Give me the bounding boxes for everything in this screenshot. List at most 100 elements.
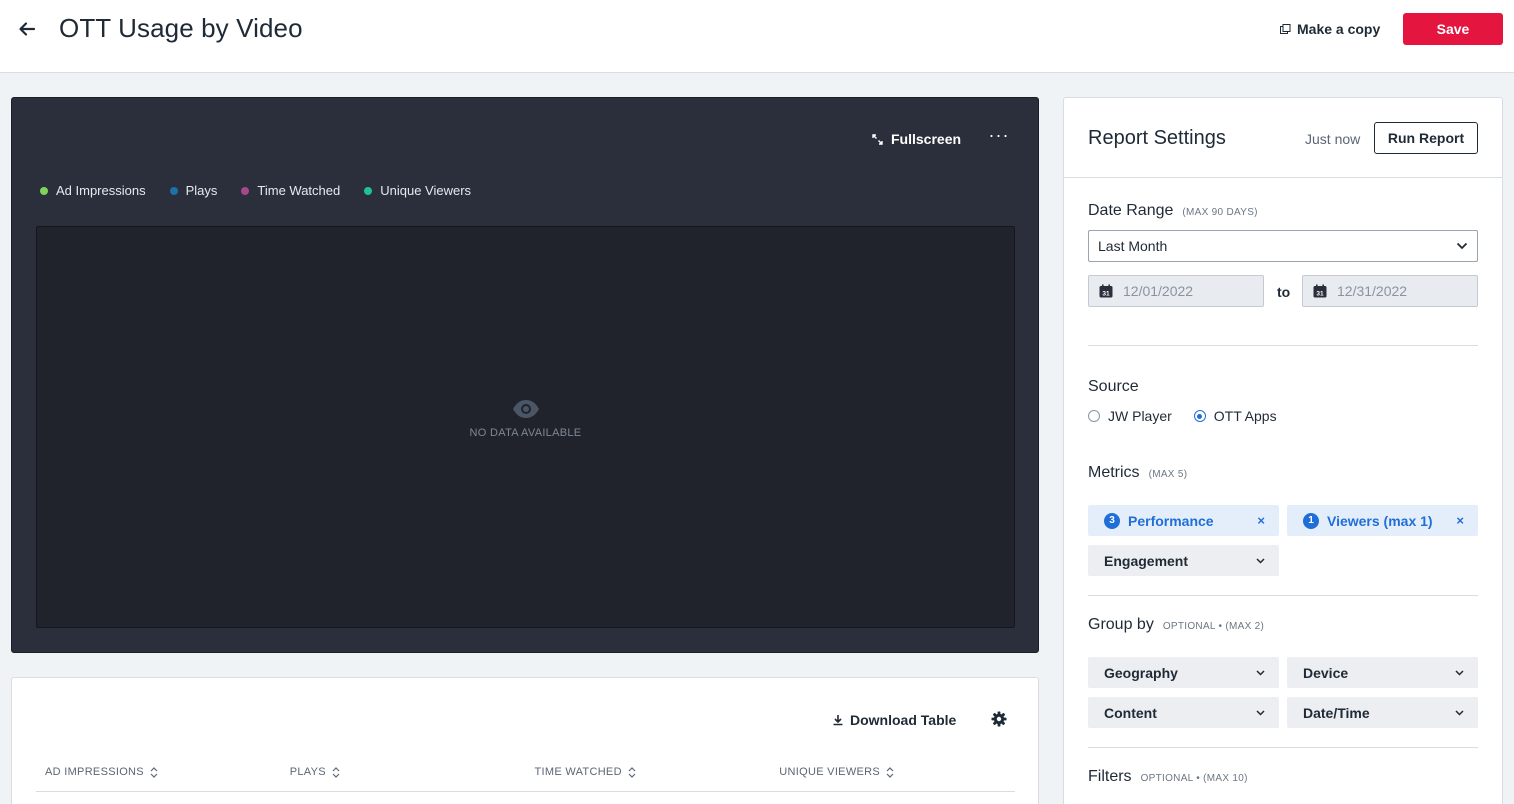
sort-icon <box>150 766 158 778</box>
legend-dot <box>364 186 373 195</box>
make-copy-label: Make a copy <box>1297 21 1381 37</box>
download-label: Download Table <box>850 712 957 728</box>
group-by-device[interactable]: Device <box>1287 657 1478 688</box>
start-date-field[interactable]: 31 12/01/2022 <box>1088 275 1264 307</box>
calendar-icon: 31 <box>1099 284 1113 298</box>
group-by-heading: Group by OPTIONAL • (MAX 2) <box>1088 616 1264 634</box>
radio-jw-player[interactable]: JW Player <box>1088 408 1172 424</box>
report-settings-panel: Report Settings Just now Run Report Date… <box>1063 97 1503 804</box>
section-label: Group by <box>1088 616 1154 633</box>
column-label: UNIQUE VIEWERS <box>779 766 881 778</box>
start-date-value: 12/01/2022 <box>1123 283 1194 299</box>
eye-icon <box>512 400 539 418</box>
group-by-geography[interactable]: Geography <box>1088 657 1279 688</box>
table-card: Download Table AD IMPRESSIONS PLAYS TIME… <box>11 677 1039 804</box>
run-report-button[interactable]: Run Report <box>1374 122 1478 154</box>
svg-text:31: 31 <box>1102 291 1110 298</box>
group-by-content[interactable]: Content <box>1088 697 1279 728</box>
section-hint: (MAX 90 DAYS) <box>1182 207 1258 218</box>
metrics-heading: Metrics (MAX 5) <box>1088 464 1187 482</box>
chip-label: Performance <box>1128 512 1214 529</box>
count-badge: 3 <box>1104 512 1120 529</box>
radio-ott-apps[interactable]: OTT Apps <box>1193 408 1277 424</box>
chip-label: Content <box>1104 704 1157 721</box>
divider <box>1088 595 1478 596</box>
more-options-icon[interactable]: ··· <box>988 126 1010 148</box>
legend-item-ad-impressions[interactable]: Ad Impressions <box>40 183 146 198</box>
section-label: Filters <box>1088 768 1132 785</box>
close-icon[interactable]: × <box>1257 513 1265 528</box>
copy-icon <box>1280 23 1291 34</box>
column-label: AD IMPRESSIONS <box>45 766 144 778</box>
end-date-value: 12/31/2022 <box>1337 283 1408 299</box>
chip-label: Device <box>1303 664 1349 681</box>
chip-label: Viewers (max 1) <box>1327 512 1433 529</box>
close-icon[interactable]: × <box>1456 513 1464 528</box>
legend-label: Time Watched <box>257 183 341 198</box>
settings-header: Report Settings Just now Run Report <box>1064 98 1502 178</box>
date-range-select[interactable]: Last Month <box>1088 230 1478 262</box>
metric-chip-viewers[interactable]: 1 Viewers (max 1) × <box>1287 505 1478 536</box>
column-header-unique-viewers[interactable]: UNIQUE VIEWERS <box>770 758 1015 786</box>
date-separator: to <box>1277 284 1291 300</box>
sort-icon <box>332 766 340 778</box>
expand-icon <box>872 133 883 145</box>
legend-dot <box>40 186 48 195</box>
fullscreen-button[interactable]: Fullscreen <box>872 129 961 149</box>
metric-chip-performance[interactable]: 3 Performance × <box>1088 505 1279 536</box>
last-run-timestamp: Just now <box>1305 131 1361 147</box>
section-hint: OPTIONAL • (MAX 2) <box>1162 621 1265 632</box>
chevron-down-icon <box>1256 557 1265 564</box>
group-by-date-time[interactable]: Date/Time <box>1287 697 1478 728</box>
column-label: PLAYS <box>289 766 326 778</box>
radio-button[interactable] <box>1088 410 1100 422</box>
end-date-field[interactable]: 31 12/31/2022 <box>1302 275 1478 307</box>
metric-chip-engagement[interactable]: Engagement <box>1088 545 1279 576</box>
section-label: Metrics <box>1088 464 1140 481</box>
legend-item-unique-viewers[interactable]: Unique Viewers <box>364 183 471 198</box>
download-table-button[interactable]: Download Table <box>832 710 956 730</box>
filters-heading: Filters OPTIONAL • (MAX 10) <box>1088 768 1248 786</box>
chevron-down-icon <box>1455 709 1464 716</box>
column-label: TIME WATCHED <box>534 766 622 778</box>
calendar-icon: 31 <box>1313 284 1327 298</box>
chart-card: Fullscreen ··· Ad Impressions Plays Time… <box>11 97 1039 653</box>
chevron-down-icon <box>1256 669 1265 676</box>
radio-label: JW Player <box>1108 408 1172 424</box>
make-copy-button[interactable]: Make a copy <box>1280 19 1380 39</box>
chevron-down-icon <box>1455 669 1464 676</box>
divider <box>1088 345 1478 346</box>
source-heading: Source <box>1088 378 1139 396</box>
no-data-label: NO DATA AVAILABLE <box>469 427 582 439</box>
selected-value: Last Month <box>1098 238 1168 254</box>
source-radio-group: JW Player OTT Apps <box>1088 408 1299 424</box>
radio-label: OTT Apps <box>1213 408 1277 424</box>
sort-icon <box>886 766 894 778</box>
section-hint: OPTIONAL • (MAX 10) <box>1140 773 1248 784</box>
gear-icon[interactable] <box>990 710 1008 728</box>
chip-label: Date/Time <box>1303 704 1370 721</box>
divider <box>1088 747 1478 748</box>
column-header-time-watched[interactable]: TIME WATCHED <box>526 758 771 786</box>
chevron-down-icon <box>1456 242 1468 250</box>
section-label: Source <box>1088 378 1139 395</box>
legend-item-plays[interactable]: Plays <box>169 183 218 198</box>
svg-text:31: 31 <box>1316 291 1324 298</box>
legend-label: Plays <box>185 183 218 198</box>
top-bar: OTT Usage by Video Make a copy Save <box>0 0 1514 73</box>
chart-plot-area: NO DATA AVAILABLE <box>36 226 1015 628</box>
legend-dot <box>169 186 178 195</box>
section-label: Date Range <box>1088 202 1174 219</box>
legend-label: Unique Viewers <box>380 183 472 198</box>
column-header-ad-impressions[interactable]: AD IMPRESSIONS <box>36 758 281 786</box>
back-arrow-icon[interactable] <box>16 18 38 40</box>
page-title: OTT Usage by Video <box>59 13 303 43</box>
table-header-row: AD IMPRESSIONS PLAYS TIME WATCHED UNIQUE… <box>36 758 1015 792</box>
column-header-plays[interactable]: PLAYS <box>281 758 526 786</box>
save-button[interactable]: Save <box>1403 13 1503 45</box>
count-badge: 1 <box>1303 512 1319 529</box>
legend-item-time-watched[interactable]: Time Watched <box>241 183 340 198</box>
legend-label: Ad Impressions <box>56 183 146 198</box>
radio-button[interactable] <box>1193 410 1206 422</box>
date-range-heading: Date Range (MAX 90 DAYS) <box>1088 202 1258 220</box>
